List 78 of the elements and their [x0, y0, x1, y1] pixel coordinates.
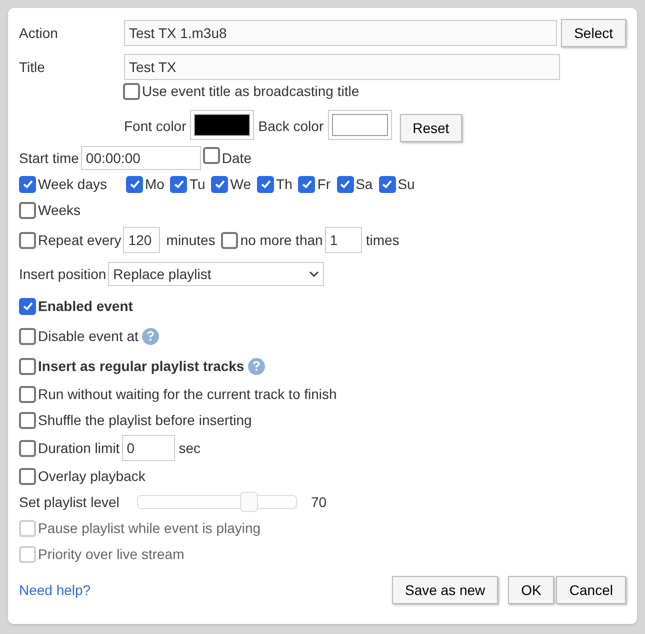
- checkbox-label: Insert as regular playlist tracks: [38, 356, 244, 376]
- number-field[interactable]: 1: [324, 227, 362, 253]
- time-field[interactable]: 00:00:00: [80, 146, 201, 170]
- checkbox[interactable]: [19, 298, 36, 314]
- check-icon: [339, 178, 352, 190]
- checkbox[interactable]: [298, 176, 316, 192]
- check-icon: [128, 178, 140, 190]
- day-label: Sa: [356, 174, 373, 194]
- slider-label: Set playlist level: [19, 492, 120, 512]
- check-icon: [214, 178, 226, 190]
- duration-field[interactable]: 0: [122, 435, 175, 461]
- checkbox[interactable]: [19, 328, 36, 344]
- color-label: Font color: [124, 117, 186, 136]
- dialog-button[interactable]: Save as new: [392, 576, 498, 604]
- position-dropdown[interactable]: Replace playlist: [108, 262, 324, 286]
- checkbox-label: Pause playlist while event is playing: [38, 518, 261, 538]
- checkbox[interactable]: [221, 232, 238, 248]
- checkbox[interactable]: [19, 386, 36, 402]
- check-icon: [22, 178, 34, 190]
- day-label: We: [230, 174, 252, 194]
- checkbox-label: Shuffle the playlist before inserting: [38, 410, 252, 430]
- check-icon: [172, 178, 185, 190]
- checkbox-label: Week days: [38, 174, 108, 194]
- check-icon: [22, 300, 34, 312]
- check-icon: [381, 178, 394, 190]
- check-icon: [300, 178, 313, 190]
- checkbox-label: Run without waiting for the current track to finish: [38, 384, 337, 404]
- day-label: Tu: [189, 174, 206, 194]
- checkbox[interactable]: [378, 176, 396, 192]
- checkbox-label: Disable event at: [38, 326, 138, 346]
- field-label: Title: [19, 58, 46, 76]
- checkbox[interactable]: [211, 176, 228, 192]
- checkbox-label: Duration limit: [38, 438, 120, 458]
- day-label: Th: [276, 174, 292, 194]
- select-button[interactable]: Select: [561, 19, 626, 47]
- checkbox[interactable]: [170, 176, 188, 192]
- checkbox-label: Enabled event: [38, 296, 133, 316]
- checkbox[interactable]: [19, 468, 36, 484]
- checkbox-label: Date: [222, 148, 252, 168]
- dialog-button[interactable]: OK: [508, 576, 554, 604]
- chevron-icon: [309, 271, 320, 277]
- field-label: Insert position: [19, 264, 106, 284]
- slider-thumb[interactable]: [240, 492, 258, 512]
- day-label: Fr: [317, 174, 331, 194]
- level-reading: 70: [311, 492, 327, 512]
- checkbox[interactable]: [19, 232, 36, 248]
- checkbox[interactable]: [19, 358, 36, 374]
- check-icon: [260, 178, 272, 190]
- text-field[interactable]: Test TX: [124, 54, 560, 80]
- field-label: Action: [19, 24, 59, 42]
- checkbox[interactable]: [126, 176, 143, 192]
- checkbox-label: Use event title as broadcasting title: [142, 82, 360, 101]
- checkbox-label: Repeat every: [38, 230, 122, 250]
- unit-label: sec: [178, 438, 200, 458]
- checkbox[interactable]: [123, 82, 140, 100]
- field-label: Start time: [19, 148, 79, 168]
- checkbox-label: Overlay playback: [38, 466, 146, 486]
- number-field[interactable]: 120: [123, 227, 160, 253]
- checkbox-label: Weeks: [38, 200, 81, 220]
- checkbox[interactable]: [202, 146, 220, 164]
- checkbox[interactable]: [19, 440, 36, 456]
- text-field[interactable]: Test TX 1.m3u8: [124, 20, 558, 46]
- color-label: Back color: [258, 117, 324, 136]
- checkbox[interactable]: [19, 412, 36, 428]
- unit-label: minutes: [166, 230, 216, 250]
- checkbox[interactable]: [336, 176, 354, 192]
- checkbox[interactable]: [19, 176, 36, 192]
- slider-track[interactable]: [137, 495, 297, 509]
- help-link[interactable]: Need help?: [19, 580, 91, 600]
- unit-label: times: [366, 230, 400, 250]
- day-label: Su: [398, 174, 415, 194]
- reset-button[interactable]: Reset: [400, 114, 462, 142]
- dialog-button[interactable]: Cancel: [556, 576, 626, 604]
- day-label: Mo: [145, 174, 164, 194]
- checkbox[interactable]: [19, 202, 36, 218]
- checkbox[interactable]: [257, 176, 274, 192]
- checkbox-label: no more than: [240, 230, 323, 250]
- checkbox-label: Priority over live stream: [38, 544, 184, 564]
